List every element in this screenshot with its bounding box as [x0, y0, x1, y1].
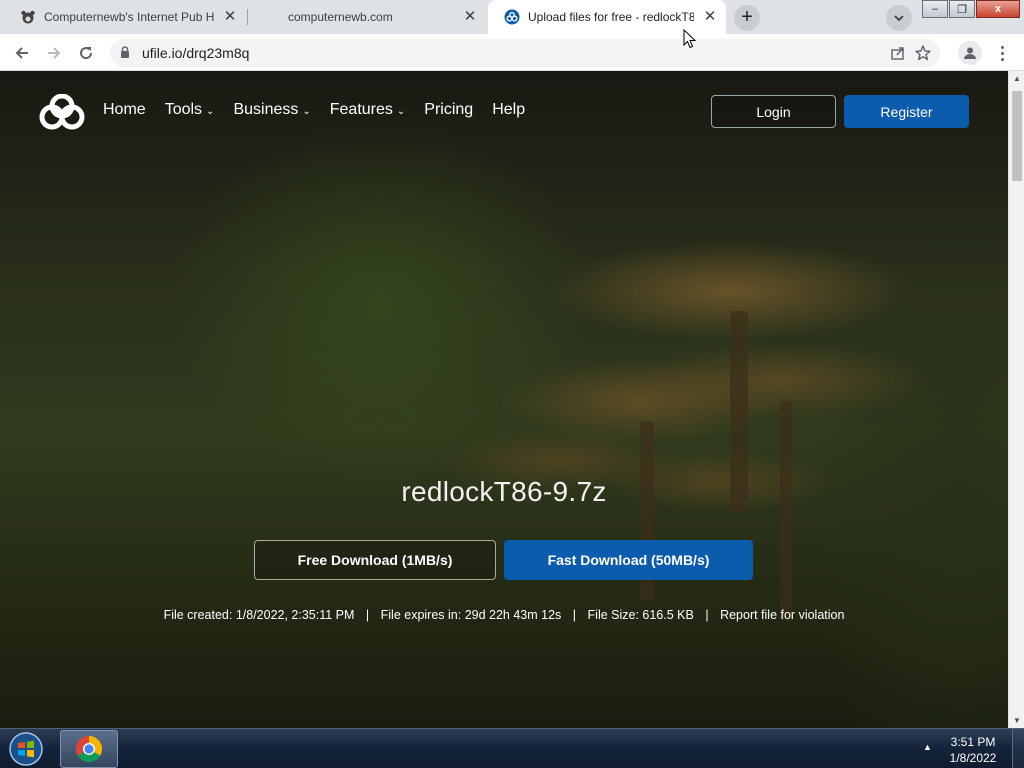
- scrollbar-thumb[interactable]: [1012, 91, 1022, 181]
- arrow-right-icon: [48, 47, 61, 59]
- register-button[interactable]: Register: [844, 95, 969, 128]
- mouse-cursor-icon: [683, 29, 697, 49]
- blank-favicon-icon: [264, 9, 280, 25]
- free-download-button[interactable]: Free Download (1MB/s): [254, 540, 496, 580]
- back-button[interactable]: [9, 40, 35, 66]
- chevron-down-icon: ⌄: [302, 105, 311, 117]
- tab-title: computernewb.com: [288, 10, 393, 24]
- file-created: File created: 1/8/2022, 2:35:11 PM: [163, 608, 355, 622]
- person-icon: [964, 47, 976, 59]
- nav-help[interactable]: Help: [492, 101, 525, 119]
- scroll-down-icon[interactable]: ▼: [1013, 716, 1021, 725]
- reload-icon: [80, 47, 93, 60]
- tab-computernewb-pub-hub[interactable]: Computernewb's Internet Pub Hub ✕: [4, 0, 246, 34]
- tab-search-button[interactable]: [886, 5, 912, 31]
- url-text[interactable]: ufile.io/drq23m8q: [142, 45, 249, 61]
- bear-icon: [20, 9, 36, 25]
- clock-date: 1/8/2022: [949, 751, 997, 765]
- chevron-down-icon: ⌄: [396, 105, 406, 117]
- nav-label: Home: [103, 101, 146, 118]
- file-info-bar: File created: 1/8/2022, 2:35:11 PM | Fil…: [0, 608, 1008, 622]
- nav-label: Tools: [164, 101, 203, 118]
- tray-expand-icon[interactable]: ▲: [923, 742, 932, 752]
- arrow-left-icon: [15, 47, 28, 59]
- close-icon[interactable]: ✕: [702, 9, 718, 25]
- maximize-button[interactable]: ❐: [949, 0, 975, 18]
- nav-features[interactable]: Features ⌄: [330, 101, 406, 119]
- tab-title: Computernewb's Internet Pub Hub: [44, 10, 214, 24]
- reload-button[interactable]: [73, 40, 99, 66]
- login-button[interactable]: Login: [711, 95, 836, 128]
- ufile-logo-icon: [504, 9, 520, 25]
- separator: |: [705, 608, 709, 622]
- tab-title: Upload files for free - redlockT86: [528, 10, 694, 24]
- new-tab-button[interactable]: +: [734, 5, 760, 31]
- window-close-button[interactable]: x: [976, 0, 1020, 18]
- tab-computernewb[interactable]: computernewb.com ✕: [248, 0, 486, 34]
- start-button[interactable]: [6, 730, 46, 768]
- forward-button[interactable]: [41, 40, 67, 66]
- ufile-logo[interactable]: [38, 94, 86, 130]
- window-controls: – ❐ x: [921, 0, 1020, 18]
- nav-business[interactable]: Business ⌄: [233, 101, 310, 119]
- chevron-down-icon: ⌄: [206, 105, 215, 117]
- lock-icon[interactable]: [120, 46, 130, 64]
- nav-label: Help: [492, 101, 526, 118]
- minimize-button[interactable]: –: [922, 0, 948, 18]
- nav-label: Features: [329, 101, 393, 118]
- profile-avatar[interactable]: [958, 41, 982, 65]
- file-expires: File expires in: 29d 22h 43m 12s: [380, 608, 562, 622]
- tab-strip: Computernewb's Internet Pub Hub ✕ comput…: [0, 0, 1024, 34]
- file-size: File Size: 616.5 KB: [587, 608, 694, 622]
- taskbar: ▲ 3:51 PM 1/8/2022: [0, 728, 1024, 768]
- browser-menu-button[interactable]: [994, 42, 1010, 64]
- close-icon[interactable]: ✕: [462, 9, 478, 25]
- nav-tools[interactable]: Tools ⌄: [165, 101, 215, 119]
- separator: |: [572, 608, 577, 622]
- show-desktop-button[interactable]: [1012, 729, 1024, 768]
- address-bar[interactable]: ufile.io/drq23m8q: [110, 39, 940, 67]
- report-file-link[interactable]: Report file for violation: [720, 608, 844, 622]
- page-content: Home Tools ⌄ Business ⌄ Features ⌄ Pricing …: [0, 71, 1008, 728]
- nav-home[interactable]: Home: [103, 101, 146, 119]
- nav-label: Business: [233, 101, 299, 118]
- nav-label: Pricing: [424, 101, 474, 118]
- scroll-up-icon[interactable]: ▲: [1013, 74, 1021, 83]
- background-decor: [780, 401, 792, 621]
- page-scrollbar[interactable]: ▲ ▼: [1008, 71, 1024, 728]
- fast-download-button[interactable]: Fast Download (50MB/s): [504, 540, 753, 580]
- browser-toolbar: ufile.io/drq23m8q: [0, 34, 1024, 71]
- close-icon[interactable]: ✕: [222, 9, 238, 25]
- bookmark-star-icon[interactable]: [914, 44, 932, 67]
- nav-pricing[interactable]: Pricing: [424, 101, 473, 119]
- clock-time: 3:51 PM: [950, 735, 996, 749]
- file-name: redlockT86-9.7z: [401, 476, 607, 507]
- main-nav: Home Tools ⌄ Business ⌄ Features ⌄ Pricing …: [103, 101, 544, 119]
- taskbar-chrome-button[interactable]: [60, 730, 118, 768]
- separator: |: [365, 608, 370, 622]
- system-clock[interactable]: 3:51 PM 1/8/2022: [942, 734, 1004, 766]
- chevron-down-icon: [894, 15, 904, 22]
- share-icon[interactable]: [890, 45, 906, 66]
- chrome-icon: [75, 735, 103, 763]
- windows-start-icon: [9, 732, 43, 766]
